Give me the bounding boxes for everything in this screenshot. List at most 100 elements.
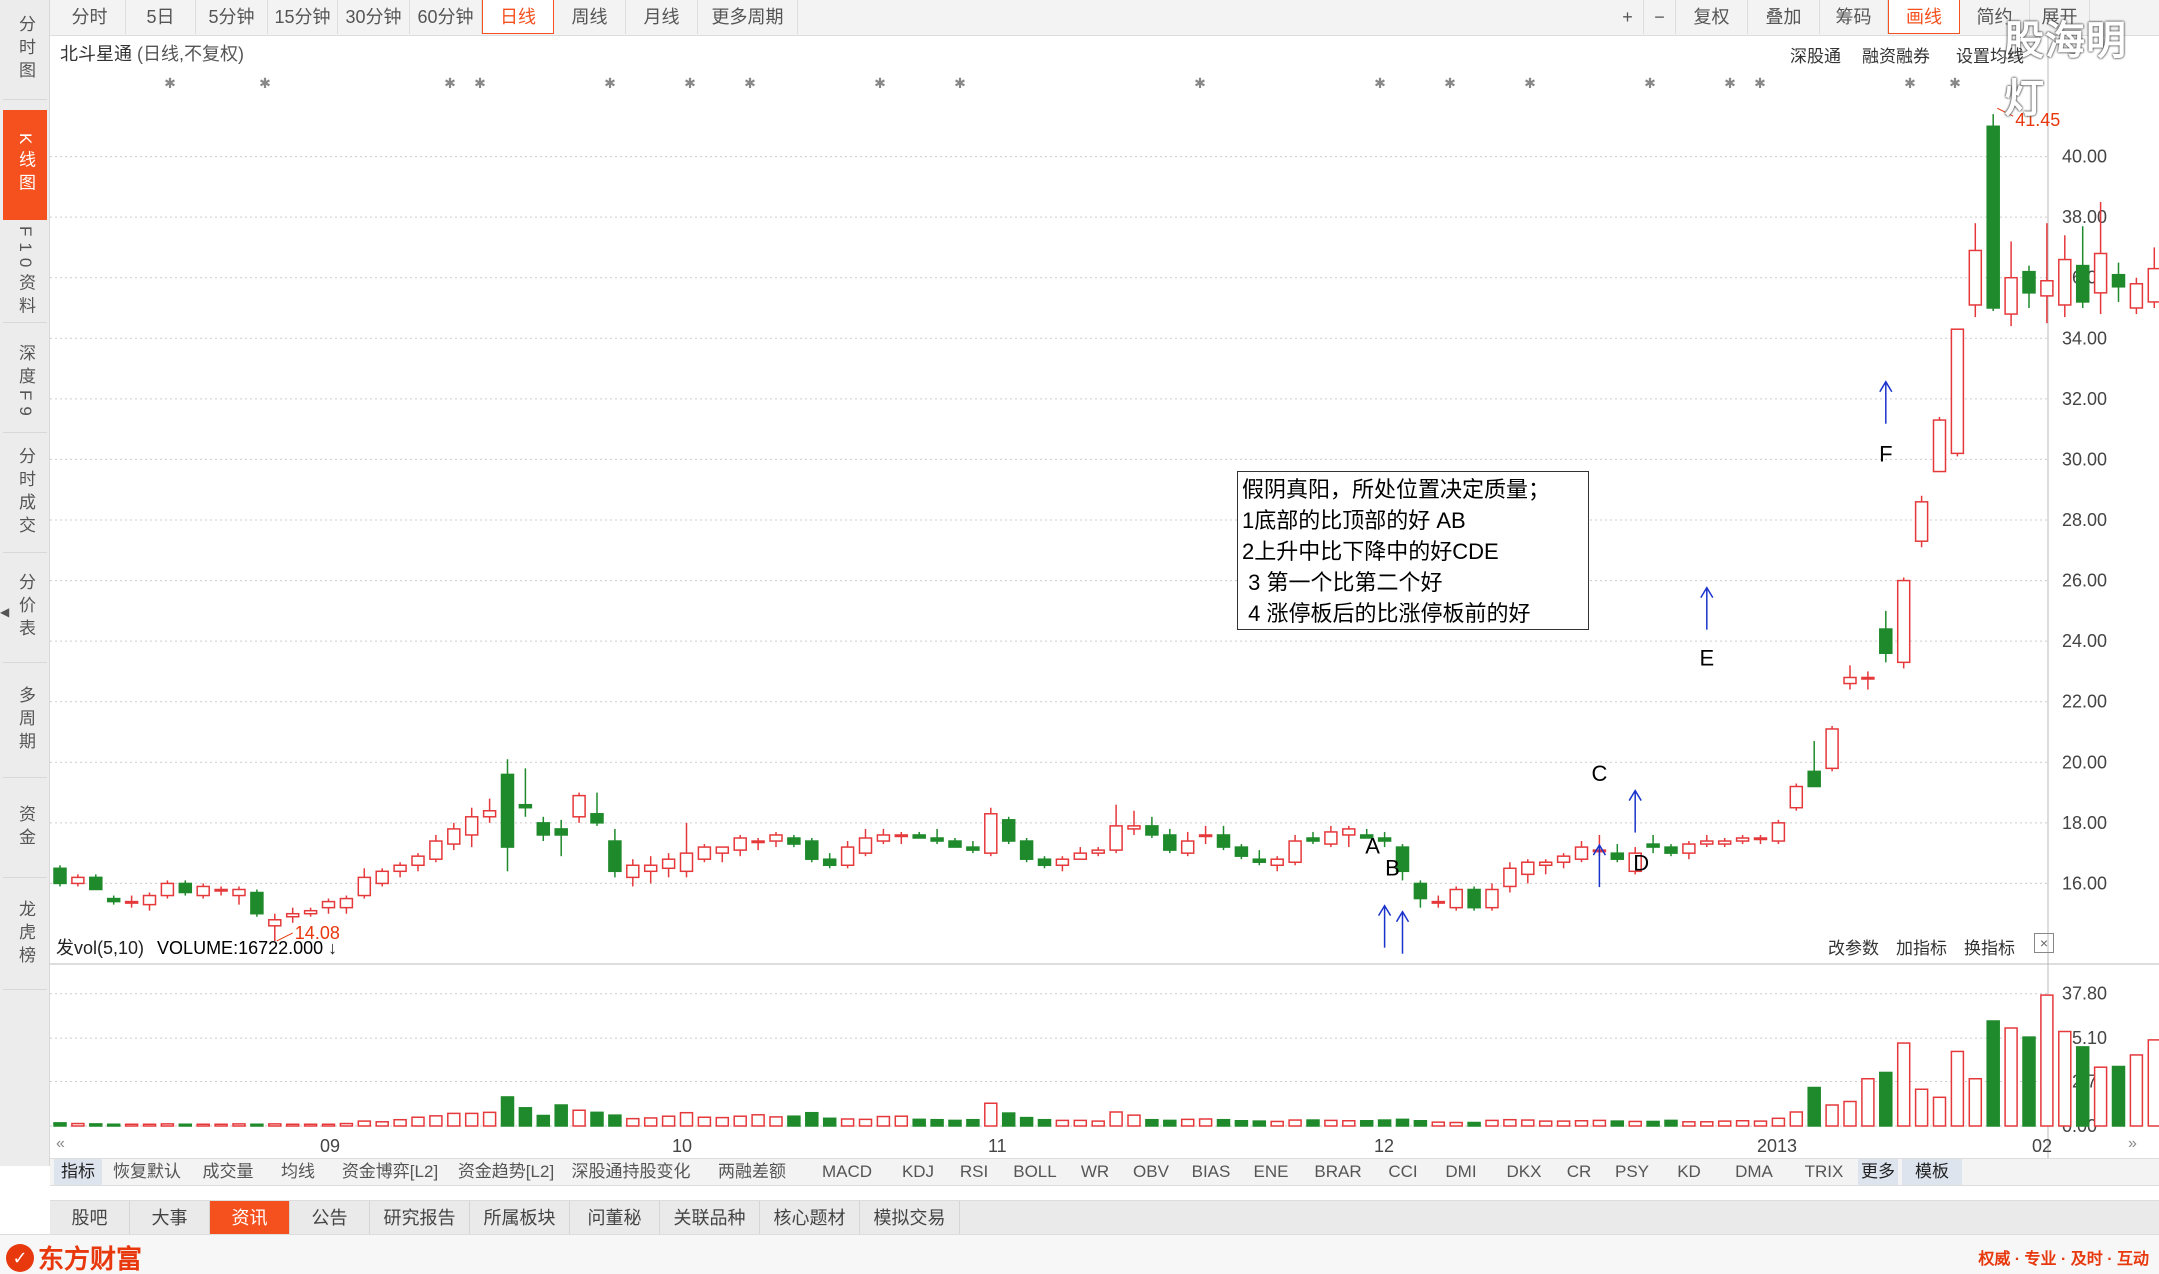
volume-bar[interactable]: [214, 1123, 228, 1127]
indicator-tab[interactable]: DKX: [1494, 1159, 1554, 1185]
volume-bar[interactable]: [393, 1118, 407, 1127]
volume-bar[interactable]: [429, 1115, 443, 1127]
candle-body[interactable]: [805, 840, 819, 860]
volume-bar[interactable]: [1091, 1120, 1105, 1127]
volume-bar[interactable]: [1449, 1121, 1463, 1127]
volume-bar[interactable]: [984, 1102, 998, 1127]
volume-bar[interactable]: [1717, 1120, 1732, 1127]
candle-body[interactable]: [106, 897, 121, 903]
indicator-tab[interactable]: 深股通持股变化: [564, 1159, 698, 1185]
candle-body[interactable]: [2022, 270, 2036, 294]
candle-body[interactable]: [1717, 840, 1732, 845]
info-tab[interactable]: 资讯: [210, 1201, 290, 1235]
volume-bar[interactable]: [840, 1118, 855, 1127]
volume-bar[interactable]: [805, 1111, 819, 1127]
volume-bar[interactable]: [2093, 1066, 2108, 1127]
volume-bar[interactable]: [1664, 1119, 1678, 1127]
close-icon[interactable]: ×: [2034, 933, 2054, 953]
volume-bar[interactable]: [1055, 1119, 1070, 1127]
volume-bar[interactable]: [1592, 1119, 1607, 1127]
candle-body[interactable]: [840, 846, 855, 867]
candle-body[interactable]: [1145, 825, 1159, 836]
left-nav-item[interactable]: 分价表: [3, 553, 47, 663]
candle-body[interactable]: [250, 891, 264, 915]
candle-body[interactable]: [1986, 125, 2000, 309]
event-marker-icon[interactable]: ✱: [874, 75, 886, 91]
indicator-tab[interactable]: DMA: [1718, 1159, 1790, 1185]
volume-bar[interactable]: [1753, 1120, 1768, 1127]
volume-bar[interactable]: [1145, 1118, 1159, 1127]
candle-body[interactable]: [1682, 843, 1696, 854]
indicator-tab[interactable]: KDJ: [892, 1159, 944, 1185]
candle-body[interactable]: [590, 813, 604, 824]
volume-bar[interactable]: [697, 1116, 712, 1127]
indicator-tab[interactable]: WR: [1070, 1159, 1120, 1185]
candle-body[interactable]: [2040, 279, 2054, 297]
candle-body[interactable]: [1664, 846, 1678, 854]
candle-body[interactable]: [1950, 328, 1965, 455]
left-nav-item[interactable]: 深度F9: [3, 333, 47, 433]
candle-body[interactable]: [626, 864, 640, 879]
candle-body[interactable]: [285, 912, 300, 918]
indicator-tab[interactable]: ENE: [1244, 1159, 1298, 1185]
collapse-left-icon[interactable]: ◀: [0, 598, 9, 626]
period-tab[interactable]: 月线: [626, 0, 698, 34]
indicator-tab[interactable]: 恢复默认: [106, 1159, 188, 1185]
period-tab[interactable]: 周线: [554, 0, 626, 34]
volume-bar[interactable]: [178, 1123, 193, 1127]
info-tab[interactable]: 大事: [130, 1201, 210, 1235]
volume-bar[interactable]: [1538, 1120, 1553, 1127]
candle-body[interactable]: [1431, 900, 1446, 904]
candle-body[interactable]: [715, 846, 730, 854]
volume-bar[interactable]: [554, 1104, 568, 1127]
scroll-left-icon[interactable]: «: [56, 1135, 65, 1152]
volume-bar[interactable]: [447, 1112, 461, 1127]
candle-body[interactable]: [1825, 728, 1839, 770]
candle-body[interactable]: [2093, 252, 2108, 294]
volume-bar[interactable]: [2040, 994, 2054, 1127]
volume-bar[interactable]: [518, 1107, 533, 1127]
candle-body[interactable]: [1556, 855, 1571, 863]
volume-bar[interactable]: [1843, 1100, 1857, 1127]
info-tab[interactable]: 所属板块: [470, 1201, 570, 1235]
volume-bar[interactable]: [1234, 1120, 1249, 1127]
event-marker-icon[interactable]: ✱: [1374, 75, 1386, 91]
event-marker-icon[interactable]: ✱: [1524, 75, 1536, 91]
candle-body[interactable]: [71, 876, 85, 885]
indicator-tab[interactable]: CR: [1558, 1159, 1600, 1185]
candle-body[interactable]: [375, 870, 389, 885]
period-tab[interactable]: 分时: [54, 0, 126, 34]
event-marker-icon[interactable]: ✱: [684, 75, 696, 91]
candle-body[interactable]: [1198, 834, 1213, 838]
indicator-tab[interactable]: BOLL: [1004, 1159, 1066, 1185]
candle-body[interactable]: [1324, 831, 1338, 845]
candle-body[interactable]: [339, 897, 354, 909]
candle-body[interactable]: [1377, 837, 1392, 842]
indicator-tab[interactable]: 均线: [268, 1159, 328, 1185]
volume-bar[interactable]: [1932, 1096, 1947, 1127]
candle-body[interactable]: [2129, 283, 2144, 309]
volume-bar[interactable]: [196, 1123, 210, 1127]
volume-bar[interactable]: [2004, 1027, 2018, 1127]
candle-body[interactable]: [572, 794, 586, 818]
volume-bar[interactable]: [751, 1114, 765, 1127]
candle-body[interactable]: [1968, 249, 1983, 306]
candle-body[interactable]: [930, 837, 944, 842]
volume-bar[interactable]: [1037, 1118, 1052, 1127]
candle-body[interactable]: [178, 882, 193, 894]
indicator-tab[interactable]: MACD: [806, 1159, 888, 1185]
indicator-tab[interactable]: 更多: [1858, 1159, 1898, 1185]
volume-bar[interactable]: [1628, 1120, 1642, 1127]
volume-bar[interactable]: [822, 1117, 837, 1127]
volume-bar[interactable]: [1413, 1120, 1428, 1127]
volume-bar[interactable]: [1861, 1078, 1875, 1127]
period-tab[interactable]: 60分钟: [410, 0, 482, 34]
left-nav-item[interactable]: 分时成交: [3, 433, 47, 553]
candle-body[interactable]: [357, 876, 372, 897]
volume-bar[interactable]: [303, 1123, 318, 1127]
volume-bar[interactable]: [1288, 1119, 1302, 1127]
event-marker-icon[interactable]: ✱: [1949, 75, 1961, 91]
candle-body[interactable]: [1538, 861, 1553, 867]
candle-body[interactable]: [500, 773, 515, 848]
volume-bar[interactable]: [1073, 1119, 1088, 1127]
